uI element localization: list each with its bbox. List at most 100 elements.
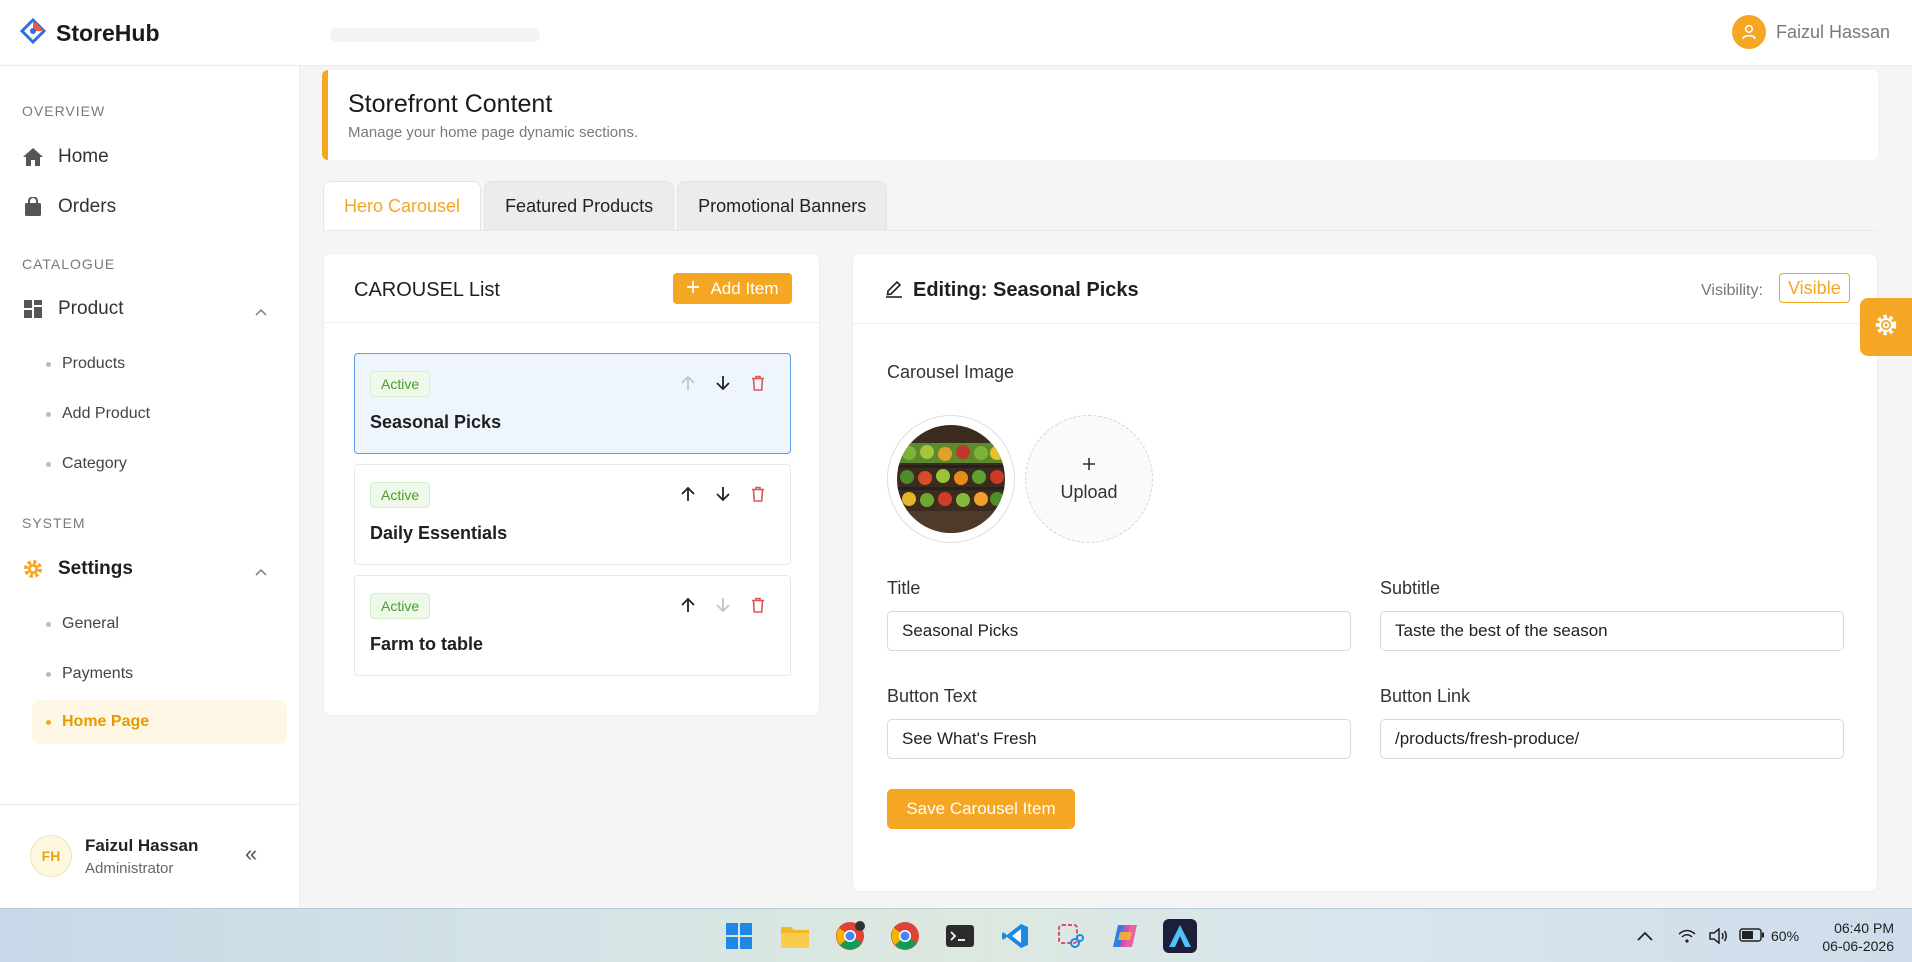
chrome-profile-icon[interactable]	[833, 919, 867, 953]
move-up-icon[interactable]	[677, 483, 699, 505]
sidebar-item-home[interactable]: Home	[22, 137, 287, 177]
move-down-icon[interactable]	[712, 372, 734, 394]
tray-overflow-icon[interactable]	[1637, 909, 1653, 962]
sidebar-item-label: Product	[58, 298, 124, 319]
delete-icon[interactable]	[747, 483, 769, 505]
tab-hero-carousel[interactable]: Hero Carousel	[323, 181, 482, 231]
page-subtitle: Manage your home page dynamic sections.	[348, 124, 639, 141]
battery-percent: 60%	[1771, 928, 1800, 944]
gear-icon	[1873, 312, 1899, 343]
delete-icon[interactable]	[747, 594, 769, 616]
user-menu[interactable]: Faizul Hassan	[1731, 15, 1890, 49]
sidebar-user-footer: FH Faizul Hassan Administrator «	[0, 804, 300, 908]
footer-user-role: Administrator	[85, 860, 174, 877]
sidebar-item-label: Home	[58, 146, 109, 167]
page-header: Storefront Content Manage your home page…	[322, 70, 1878, 160]
sidebar-item-product[interactable]: Product	[22, 289, 287, 329]
sidebar-item-add-product[interactable]: Add Product	[32, 392, 287, 436]
move-up-icon[interactable]	[677, 372, 699, 394]
app-launcher-icon[interactable]	[1163, 919, 1197, 953]
button-text-input[interactable]	[887, 719, 1351, 759]
list-item-title: Daily Essentials	[370, 523, 508, 543]
tab-featured-products[interactable]: Featured Products	[484, 181, 675, 231]
sidebar-item-general[interactable]: General	[32, 602, 287, 646]
storehub-logo-icon	[19, 17, 47, 49]
shopping-bag-icon	[22, 196, 44, 218]
move-down-icon[interactable]	[712, 483, 734, 505]
button-link-label: Button Link	[1380, 686, 1471, 706]
list-item[interactable]: Active Farm to table	[354, 575, 791, 676]
section-catalogue: CATALOGUE	[22, 256, 116, 272]
user-name: Faizul Hassan	[1775, 21, 1890, 42]
upload-button[interactable]: Upload	[1025, 415, 1153, 543]
battery-indicator[interactable]: 60%	[1739, 909, 1799, 962]
sidebar-item-payments[interactable]: Payments	[32, 652, 287, 696]
terminal-icon[interactable]	[943, 919, 977, 953]
visibility-toggle[interactable]: Visible	[1779, 273, 1850, 303]
add-item-label: Add Item	[710, 278, 779, 298]
list-title: CAROUSEL List	[354, 279, 500, 301]
bullet-icon	[46, 412, 51, 417]
button-link-input[interactable]	[1380, 719, 1844, 759]
list-item[interactable]: Active Seasonal Picks	[354, 353, 791, 454]
carousel-image-thumbnail[interactable]	[887, 415, 1015, 543]
upload-label: Upload	[1060, 482, 1118, 502]
tabs-divider	[323, 230, 1877, 231]
chevron-up-icon	[255, 300, 267, 322]
chrome-icon[interactable]	[888, 919, 922, 953]
plus-icon	[1082, 455, 1096, 476]
status-badge: Active	[370, 371, 431, 397]
os-taskbar: 60% 06:40 PM 06-06-2026	[0, 908, 1912, 962]
bullet-icon	[46, 720, 51, 725]
save-carousel-item-button[interactable]: Save Carousel Item	[887, 789, 1075, 829]
sidebar-item-products[interactable]: Products	[32, 342, 287, 386]
move-down-icon[interactable]	[712, 594, 734, 616]
list-item-title: Seasonal Picks	[370, 412, 502, 432]
content-tabs: Hero Carousel Featured Products Promotio…	[323, 181, 888, 231]
settings-drawer-button[interactable]	[1860, 298, 1912, 356]
windows-start-icon[interactable]	[722, 919, 756, 953]
edit-header: Editing: Seasonal Picks Visibility: Visi…	[853, 254, 1879, 324]
footer-user-name: Faizul Hassan	[85, 836, 199, 855]
brand[interactable]: StoreHub	[19, 17, 160, 49]
bullet-icon	[46, 622, 51, 627]
copilot-icon[interactable]	[1108, 919, 1142, 953]
sidebar: OVERVIEW Home Orders CATALOGUE Product P…	[0, 66, 300, 908]
wifi-icon[interactable]	[1678, 909, 1696, 962]
section-overview: OVERVIEW	[22, 103, 106, 119]
breadcrumb-placeholder	[330, 28, 540, 42]
battery-icon	[1739, 927, 1765, 945]
section-system: SYSTEM	[22, 515, 86, 531]
status-badge: Active	[370, 482, 431, 508]
sidebar-item-label: Payments	[62, 665, 134, 682]
sidebar-item-label: Orders	[58, 196, 117, 217]
user-icon	[1731, 15, 1766, 49]
collapse-sidebar-button[interactable]: «	[245, 841, 257, 867]
tab-promotional-banners[interactable]: Promotional Banners	[677, 181, 888, 231]
pencil-icon	[885, 278, 903, 303]
title-input[interactable]	[887, 611, 1351, 651]
vscode-icon[interactable]	[998, 919, 1032, 953]
carousel-list-panel: CAROUSEL List Add Item Active Seasonal P…	[323, 253, 821, 716]
subtitle-label: Subtitle	[1380, 578, 1441, 598]
file-explorer-icon[interactable]	[778, 919, 812, 953]
sidebar-item-label: General	[62, 615, 119, 632]
sidebar-item-orders[interactable]: Orders	[22, 187, 287, 227]
add-item-button[interactable]: Add Item	[673, 273, 792, 304]
snipping-tool-icon[interactable]	[1053, 919, 1087, 953]
list-item[interactable]: Active Daily Essentials	[354, 464, 791, 565]
edit-title: Editing: Seasonal Picks	[913, 279, 1139, 301]
volume-icon[interactable]	[1708, 909, 1728, 962]
clock-time: 06:40 PM	[1834, 920, 1894, 936]
sidebar-item-label: Category	[62, 455, 127, 472]
system-clock[interactable]: 06:40 PM 06-06-2026	[1810, 919, 1894, 955]
subtitle-input[interactable]	[1380, 611, 1844, 651]
sidebar-item-home-page[interactable]: Home Page	[32, 700, 287, 744]
bullet-icon	[46, 672, 51, 677]
sidebar-item-category[interactable]: Category	[32, 442, 287, 486]
move-up-icon[interactable]	[677, 594, 699, 616]
page-title: Storefront Content	[348, 90, 553, 118]
gear-icon	[22, 558, 44, 580]
sidebar-item-settings[interactable]: Settings	[22, 549, 287, 589]
delete-icon[interactable]	[747, 372, 769, 394]
